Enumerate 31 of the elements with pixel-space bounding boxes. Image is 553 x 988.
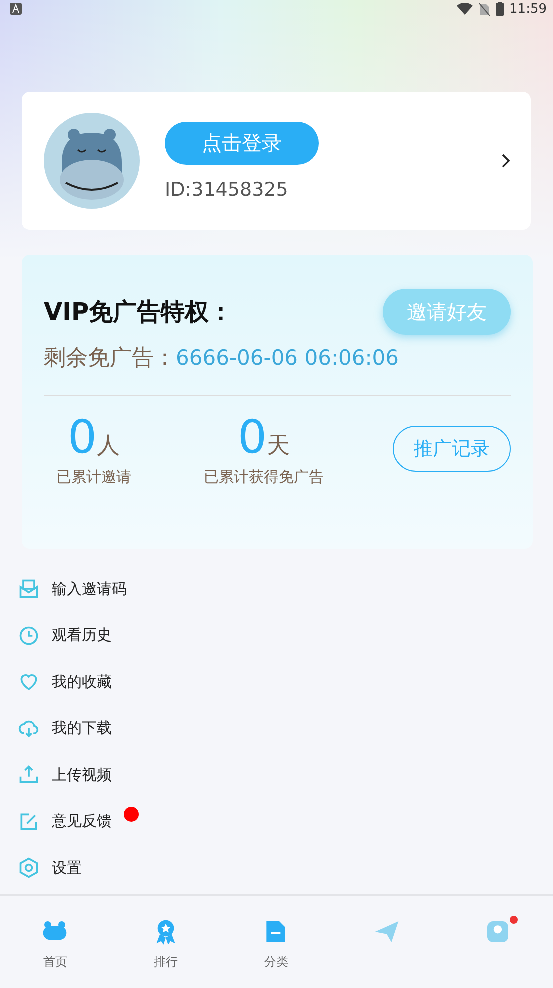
menu-item[interactable]: 观看历史 [52,626,112,646]
remaining-value: 6666-06-06 06:06:06 [176,346,400,370]
clock-icon [18,624,40,647]
stat-unit: 天 [267,433,290,459]
hippo-avatar-icon [44,113,140,209]
stat-unit: 人 [97,433,120,459]
stat-value: 0 [68,410,98,464]
menu-item[interactable]: 上传视频 [52,766,112,785]
remaining-label: 剩余免广告： [44,345,176,373]
upload-icon [18,764,40,786]
settings-icon [18,857,40,880]
menu-item[interactable]: 输入邀请码 [52,580,127,599]
vip-title: VIP免广告特权： [44,297,234,328]
menu-item[interactable]: 设置 [52,858,82,878]
menu-item[interactable]: 我的下载 [52,719,112,738]
envelope-icon [18,578,40,600]
battery-icon [496,2,504,16]
tab-label[interactable]: 分类 [264,954,288,971]
tab-label[interactable]: 排行 [154,954,178,971]
menu-item[interactable]: 意见反馈 [52,812,112,832]
stat-label: 已累计获得免广告 [204,468,324,487]
stat-label: 已累计邀请 [56,468,132,487]
status-time: 11:59 [510,2,547,16]
tab-label[interactable]: 首页 [43,954,68,971]
wifi-icon [456,3,473,15]
menu-item[interactable]: 我的收藏 [52,672,112,692]
no-sim-icon [478,2,490,16]
user-id: ID:31458325 [165,178,290,200]
notification-icon [10,3,22,15]
stat-value: 0 [238,410,268,464]
chevron-right-icon[interactable] [501,154,511,168]
